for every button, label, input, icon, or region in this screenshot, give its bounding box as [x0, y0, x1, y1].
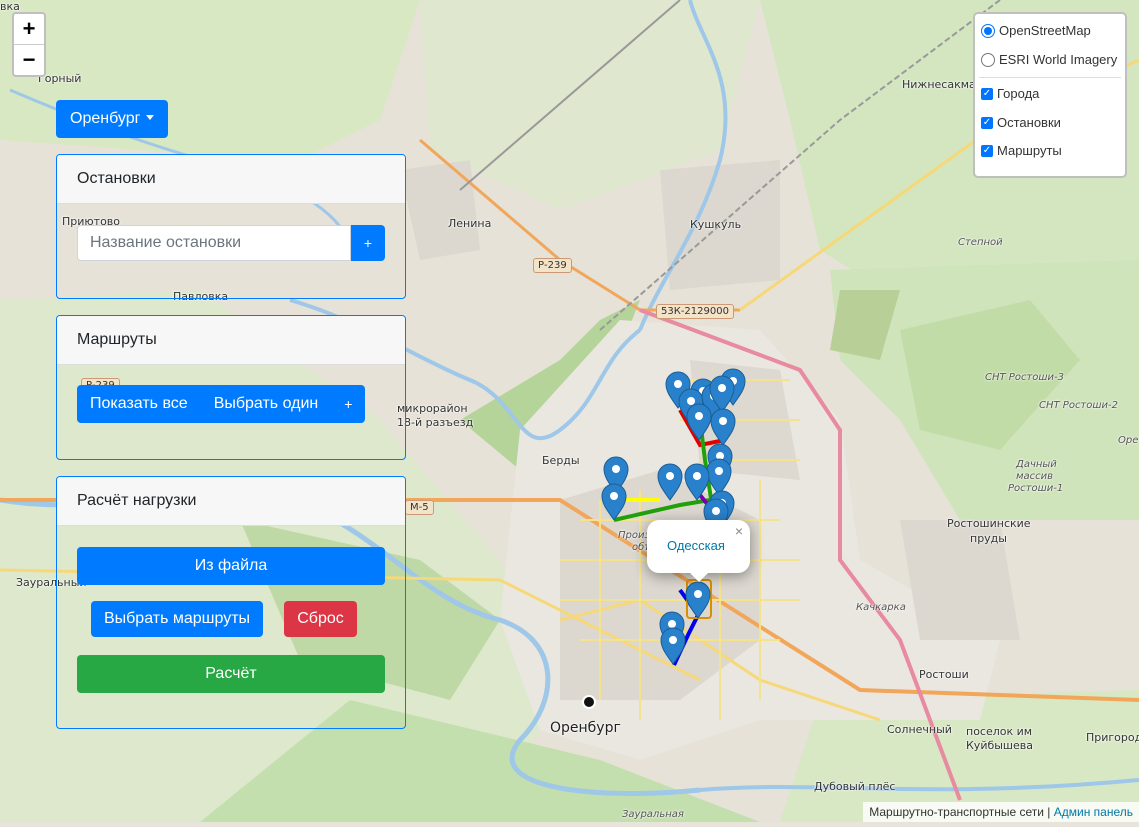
stop-search-group: Название остановки +	[77, 225, 385, 261]
zoom-out-button[interactable]: −	[14, 44, 44, 75]
map-label: Берды	[542, 454, 580, 467]
city-dropdown-label: Оренбург	[70, 110, 141, 127]
map-label: поселок им	[966, 725, 1033, 738]
checkbox-checked-icon[interactable]: ✓	[981, 144, 993, 157]
overlay-routes[interactable]: ✓ Маршруты	[981, 143, 1062, 158]
map-label: СНТ Ростоши-2	[1039, 400, 1118, 411]
stop-marker[interactable]	[686, 403, 712, 441]
routes-button-group: Показать все Выбрать один +	[77, 385, 366, 423]
stop-marker[interactable]	[660, 627, 686, 665]
map-label: Качкарка	[856, 602, 906, 613]
road-shield: 53К-2129000	[656, 304, 734, 319]
map-label: СНТ Ростоши-3	[985, 372, 1064, 383]
stops-panel-title: Остановки	[57, 155, 405, 204]
layers-control: OpenStreetMap ESRI World Imagery ✓ Город…	[973, 12, 1127, 178]
stop-popup: Одесская ×	[647, 520, 750, 582]
map-label: Пригород	[1086, 731, 1139, 744]
add-route-button[interactable]: +	[331, 385, 366, 423]
city-center-marker[interactable]	[582, 695, 596, 709]
map-label: Ленина	[448, 217, 492, 230]
overlay-label: Остановки	[997, 115, 1061, 130]
zoom-control: + −	[12, 12, 46, 77]
checkbox-checked-icon[interactable]: ✓	[981, 87, 993, 100]
stop-search-input[interactable]: Название остановки	[77, 225, 351, 261]
from-file-button[interactable]: Из файла	[77, 547, 385, 585]
add-stop-button[interactable]: +	[351, 225, 385, 261]
map-label: пруды	[970, 532, 1007, 545]
base-layer-osm[interactable]: OpenStreetMap	[981, 23, 1091, 38]
attribution-text: Маршрутно-транспортные сети |	[869, 805, 1051, 819]
attribution: Маршрутно-транспортные сети | Админ пане…	[863, 802, 1139, 822]
stop-popup-link[interactable]: Одесская	[667, 538, 725, 553]
map-label: Зауральная	[622, 809, 684, 820]
checkbox-checked-icon[interactable]: ✓	[981, 116, 993, 129]
map-label: 18-й разъезд	[397, 416, 474, 429]
admin-panel-link[interactable]: Админ панель	[1054, 805, 1133, 819]
city-dropdown-button[interactable]: Оренбург	[56, 100, 169, 138]
radio-unchecked-icon[interactable]	[981, 52, 995, 67]
base-layer-esri[interactable]: ESRI World Imagery	[981, 52, 1117, 67]
stop-marker[interactable]	[685, 581, 711, 619]
map-label: Дубовый плёс	[814, 780, 896, 793]
caret-down-icon	[146, 115, 155, 120]
map-label: Солнечный	[887, 723, 952, 736]
radio-checked-icon[interactable]	[981, 23, 995, 38]
choose-one-route-button[interactable]: Выбрать один	[200, 385, 332, 423]
reset-button[interactable]: Сброс	[284, 601, 357, 637]
map-label: Степной	[958, 237, 1003, 248]
map-label: Ростоши	[919, 668, 969, 681]
stop-marker[interactable]	[684, 463, 710, 501]
stop-marker[interactable]	[657, 463, 683, 501]
stop-marker[interactable]	[706, 458, 732, 496]
overlay-label: Города	[997, 86, 1040, 101]
map-label: Кушкуль	[690, 218, 742, 231]
select-routes-button[interactable]: Выбрать маршруты	[91, 601, 263, 637]
layers-separator	[979, 77, 1121, 78]
map-label: микрорайон	[397, 402, 468, 415]
map-label: Произ	[618, 530, 650, 541]
base-layer-label: OpenStreetMap	[999, 23, 1091, 38]
map-label: Дачный	[1016, 459, 1057, 470]
close-icon[interactable]: ×	[735, 523, 743, 539]
overlay-cities[interactable]: ✓ Города	[981, 86, 1039, 101]
routes-panel-title: Маршруты	[57, 316, 405, 365]
popup-tip	[689, 572, 709, 582]
map-label: массив	[1016, 471, 1054, 482]
overlay-label: Маршруты	[997, 143, 1062, 158]
map-label: Куйбышева	[966, 739, 1033, 752]
map-label: Ростошинские	[947, 517, 1031, 530]
road-shield: М-5	[405, 500, 434, 515]
stop-marker[interactable]	[710, 408, 736, 446]
load-calc-panel: Расчёт нагрузки Из файла Выбрать маршрут…	[56, 476, 406, 729]
overlay-stops[interactable]: ✓ Остановки	[981, 115, 1061, 130]
road-shield: Р-239	[533, 258, 572, 273]
stops-panel: Остановки Название остановки +	[56, 154, 406, 299]
map-label: Оре	[1118, 435, 1139, 446]
stop-marker[interactable]	[601, 483, 627, 521]
routes-panel: Маршруты Показать все Выбрать один +	[56, 315, 406, 460]
base-layer-label: ESRI World Imagery	[999, 52, 1118, 67]
map-label: Оренбург	[550, 720, 621, 736]
load-calc-panel-title: Расчёт нагрузки	[57, 477, 405, 526]
show-all-routes-button[interactable]: Показать все	[77, 385, 201, 423]
zoom-in-button[interactable]: +	[14, 14, 44, 44]
map-label: Ростоши-1	[1008, 483, 1064, 494]
calculate-button[interactable]: Расчёт	[77, 655, 385, 693]
